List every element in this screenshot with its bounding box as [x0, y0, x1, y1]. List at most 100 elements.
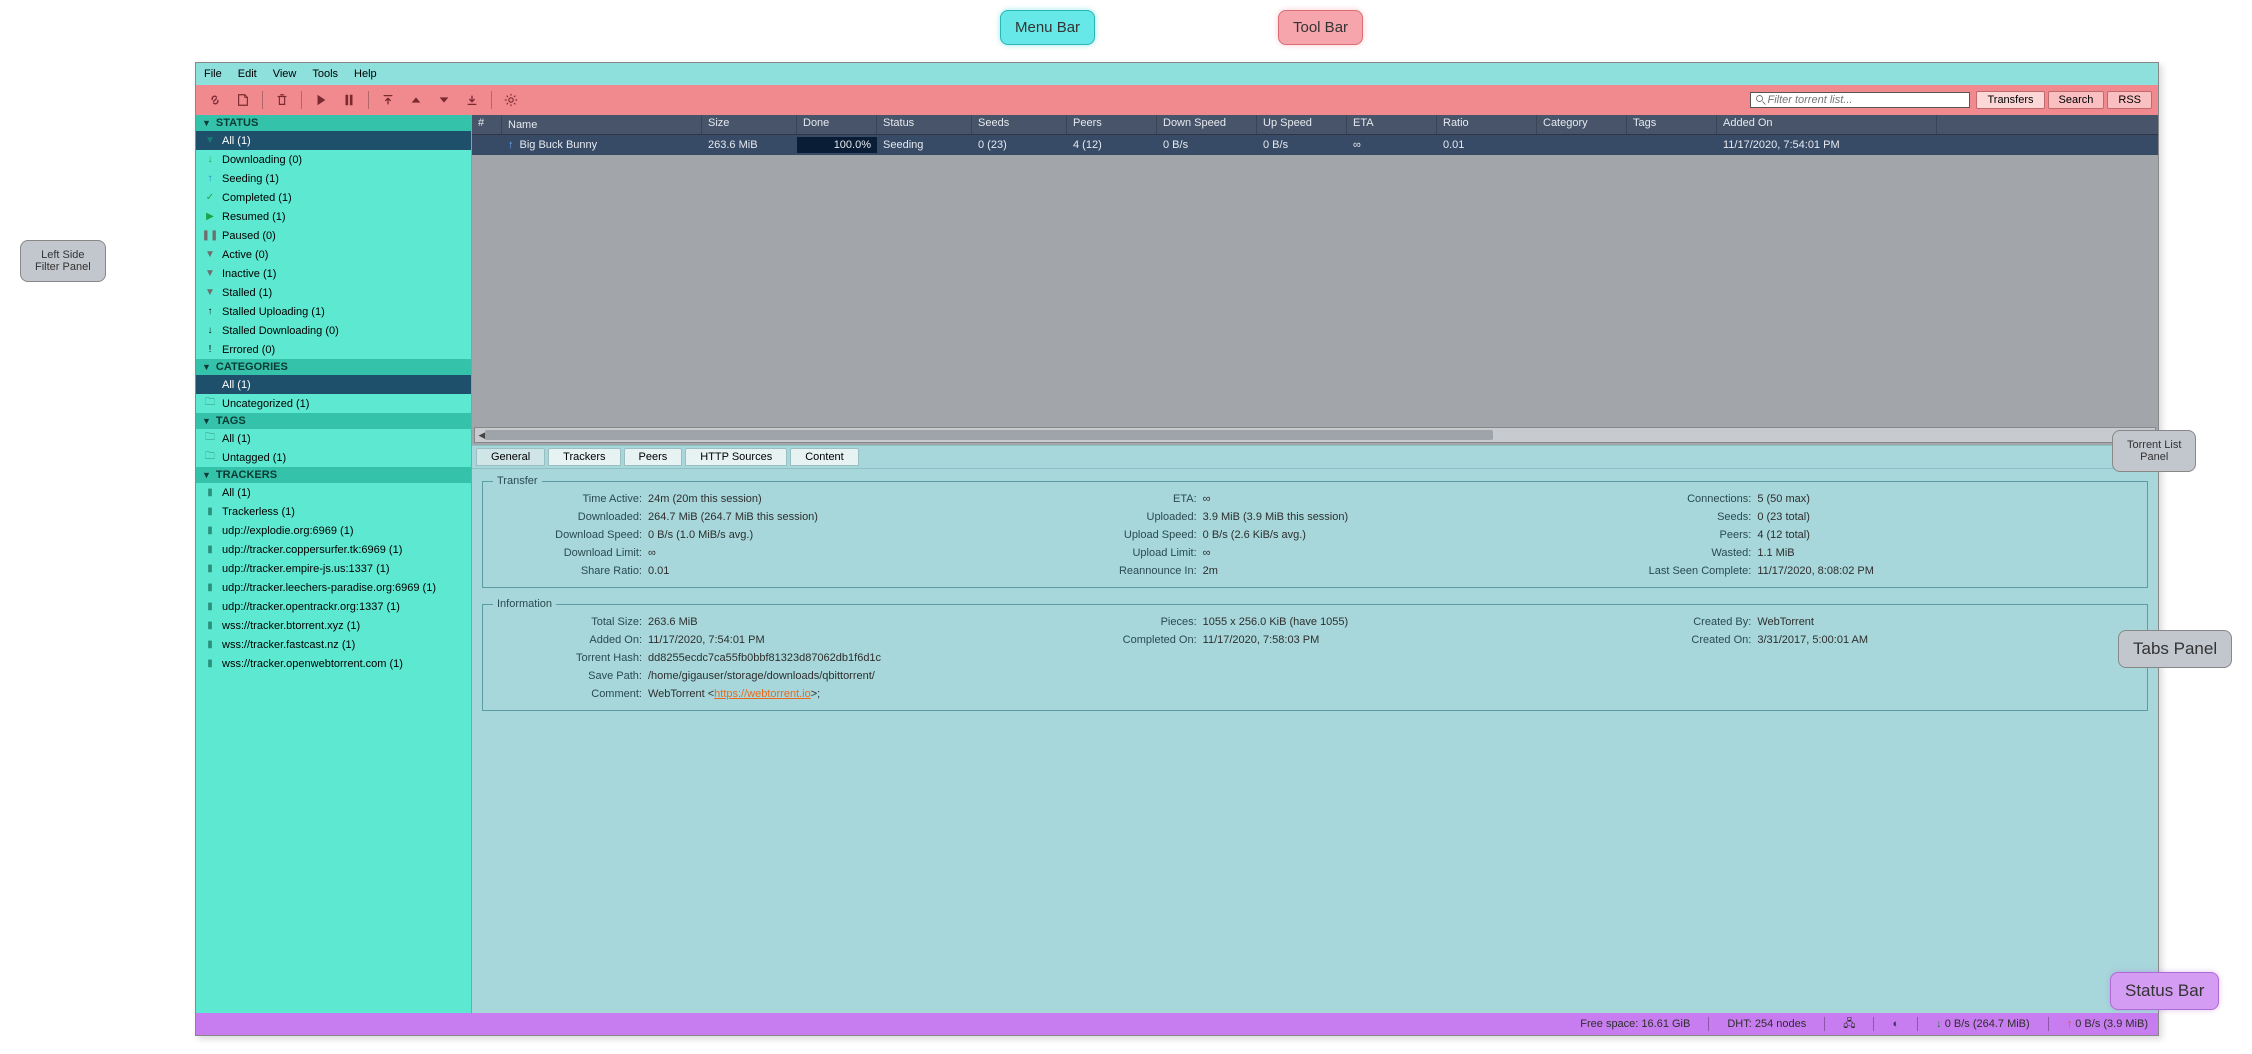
column-peers[interactable]: Peers: [1067, 115, 1157, 134]
pause-button[interactable]: [336, 88, 362, 112]
status-speedlimit-icon[interactable]: ◐: [1892, 1018, 1899, 1030]
move-down-button[interactable]: [431, 88, 457, 112]
delete-button[interactable]: [269, 88, 295, 112]
view-tab-rss[interactable]: RSS: [2107, 91, 2152, 109]
transfer-field: Peers:4 (12 total): [1602, 529, 2137, 541]
trk-btorrent[interactable]: ▮wss://tracker.btorrent.xyz (1): [196, 616, 471, 635]
sidebar-section-status[interactable]: STATUS: [196, 115, 471, 131]
sidebar-section-trackers[interactable]: TRACKERS: [196, 467, 471, 483]
trk-openweb[interactable]: ▮wss://tracker.openwebtorrent.com (1): [196, 654, 471, 673]
status-down[interactable]: ↓ 0 B/s (264.7 MiB): [1936, 1018, 2030, 1030]
callout-sidebar: Left SideFilter Panel: [20, 240, 106, 282]
status-resumed[interactable]: ▶Resumed (1): [196, 207, 471, 226]
torrent-cell: 0 (23): [972, 137, 1067, 153]
move-bottom-button[interactable]: [459, 88, 485, 112]
column--[interactable]: #: [472, 115, 502, 134]
settings-button[interactable]: [498, 88, 524, 112]
status-stalled[interactable]: ▼Stalled (1): [196, 283, 471, 302]
status-downloading[interactable]: ↓Downloading (0): [196, 150, 471, 169]
left-sidebar: STATUS▼All (1)↓Downloading (0) ↑ Seeding (…: [196, 115, 472, 1013]
trk-opentrack-icon: ▮: [204, 601, 216, 612]
info-field: Pieces:1055 x 256.0 KiB (have 1055): [1048, 616, 1583, 628]
trk-explodie[interactable]: ▮udp://explodie.org:6969 (1): [196, 521, 471, 540]
column-down-speed[interactable]: Down Speed: [1157, 115, 1257, 134]
status-connection-icon[interactable]: 🖧: [1843, 1015, 1855, 1034]
scrollbar-thumb[interactable]: [485, 430, 1493, 440]
filter-input[interactable]: [1767, 94, 1965, 106]
trk-leechers[interactable]: ▮udp://tracker.leechers-paradise.org:696…: [196, 578, 471, 597]
view-tab-search[interactable]: Search: [2048, 91, 2105, 109]
comment-link[interactable]: https://webtorrent.io: [714, 688, 811, 700]
add-link-button[interactable]: [202, 88, 228, 112]
trk-btorrent-icon: ▮: [204, 620, 216, 631]
status-stalled-up[interactable]: ↑Stalled Uploading (1): [196, 302, 471, 321]
add-file-button[interactable]: [230, 88, 256, 112]
status-completed[interactable]: ✓Completed (1): [196, 188, 471, 207]
detail-tab-general[interactable]: General: [476, 448, 545, 466]
menu-tools[interactable]: Tools: [312, 68, 338, 80]
move-top-button[interactable]: [375, 88, 401, 112]
column-ratio[interactable]: Ratio: [1437, 115, 1537, 134]
menu-edit[interactable]: Edit: [238, 68, 257, 80]
cat-all[interactable]: All (1): [196, 375, 471, 394]
column-done[interactable]: Done: [797, 115, 877, 134]
menu-help[interactable]: Help: [354, 68, 377, 80]
column-category[interactable]: Category: [1537, 115, 1627, 134]
column-added-on[interactable]: Added On: [1717, 115, 1937, 134]
torrent-list-body[interactable]: ↑ Big Buck Bunny263.6 MiB100.0%Seeding0 …: [472, 135, 2158, 445]
torrent-cell: Seeding: [877, 137, 972, 153]
trk-empire[interactable]: ▮udp://tracker.empire-js.us:1337 (1): [196, 559, 471, 578]
torrent-cell: ∞: [1347, 137, 1437, 153]
status-active[interactable]: ▼Active (0): [196, 245, 471, 264]
column-size[interactable]: Size: [702, 115, 797, 134]
trk-copper[interactable]: ▮udp://tracker.coppersurfer.tk:6969 (1): [196, 540, 471, 559]
sidebar-section-tags[interactable]: TAGS: [196, 413, 471, 429]
torrent-cell: 0 B/s: [1257, 137, 1347, 153]
menu-file[interactable]: File: [204, 68, 222, 80]
detail-tab-peers[interactable]: Peers: [624, 448, 683, 466]
trk-empire-label: udp://tracker.empire-js.us:1337 (1): [222, 563, 390, 575]
info-comment: Comment:WebTorrent <https://webtorrent.i…: [493, 688, 2137, 700]
detail-tab-trackers[interactable]: Trackers: [548, 448, 620, 466]
column-up-speed[interactable]: Up Speed: [1257, 115, 1347, 134]
status-paused[interactable]: ❚❚Paused (0): [196, 226, 471, 245]
trk-leechers-label: udp://tracker.leechers-paradise.org:6969…: [222, 582, 436, 594]
status-up[interactable]: ↑ 0 B/s (3.9 MiB): [2067, 1018, 2148, 1030]
view-tab-transfers[interactable]: Transfers: [1976, 91, 2044, 109]
tag-all[interactable]: 🗀All (1): [196, 429, 471, 448]
status-seeding-icon: ↑: [204, 173, 216, 184]
status-errored-icon: !: [204, 344, 216, 355]
status-all[interactable]: ▼All (1): [196, 131, 471, 150]
detail-tab-content[interactable]: Content: [790, 448, 859, 466]
move-up-button[interactable]: [403, 88, 429, 112]
status-errored[interactable]: !Errored (0): [196, 340, 471, 359]
resume-button[interactable]: [308, 88, 334, 112]
status-completed-icon: ✓: [204, 192, 216, 203]
filter-search[interactable]: [1750, 92, 1970, 108]
menu-view[interactable]: View: [273, 68, 297, 80]
tag-untagged[interactable]: 🗀Untagged (1): [196, 448, 471, 467]
column-eta[interactable]: ETA: [1347, 115, 1437, 134]
column-seeds[interactable]: Seeds: [972, 115, 1067, 134]
horizontal-scrollbar[interactable]: ◀ ▶: [474, 427, 2156, 443]
cat-uncategorized[interactable]: 🗀Uncategorized (1): [196, 394, 471, 413]
trk-opentrack[interactable]: ▮udp://tracker.opentrackr.org:1337 (1): [196, 597, 471, 616]
trk-fastcast[interactable]: ▮wss://tracker.fastcast.nz (1): [196, 635, 471, 654]
cat-uncategorized-icon: 🗀: [204, 395, 216, 412]
status-seeding-label: Seeding (1): [222, 173, 279, 185]
trk-all[interactable]: ▮All (1): [196, 483, 471, 502]
status-stalled-down[interactable]: ↓Stalled Downloading (0): [196, 321, 471, 340]
torrent-cell: 0.01: [1437, 137, 1537, 153]
info-save: Save Path:/home/gigauser/storage/downloa…: [493, 670, 2137, 682]
status-inactive[interactable]: ▼Inactive (1): [196, 264, 471, 283]
torrent-cell: 263.6 MiB: [702, 137, 797, 153]
column-status[interactable]: Status: [877, 115, 972, 134]
trk-trackerless[interactable]: ▮Trackerless (1): [196, 502, 471, 521]
status-seeding[interactable]: ↑ Seeding (1): [196, 169, 471, 188]
column-name[interactable]: Name: [502, 115, 702, 134]
sidebar-section-categories[interactable]: CATEGORIES: [196, 359, 471, 375]
detail-tab-http-sources[interactable]: HTTP Sources: [685, 448, 787, 466]
status-stalled-up-label: Stalled Uploading (1): [222, 306, 325, 318]
torrent-row[interactable]: ↑ Big Buck Bunny263.6 MiB100.0%Seeding0 …: [472, 135, 2158, 155]
column-tags[interactable]: Tags: [1627, 115, 1717, 134]
